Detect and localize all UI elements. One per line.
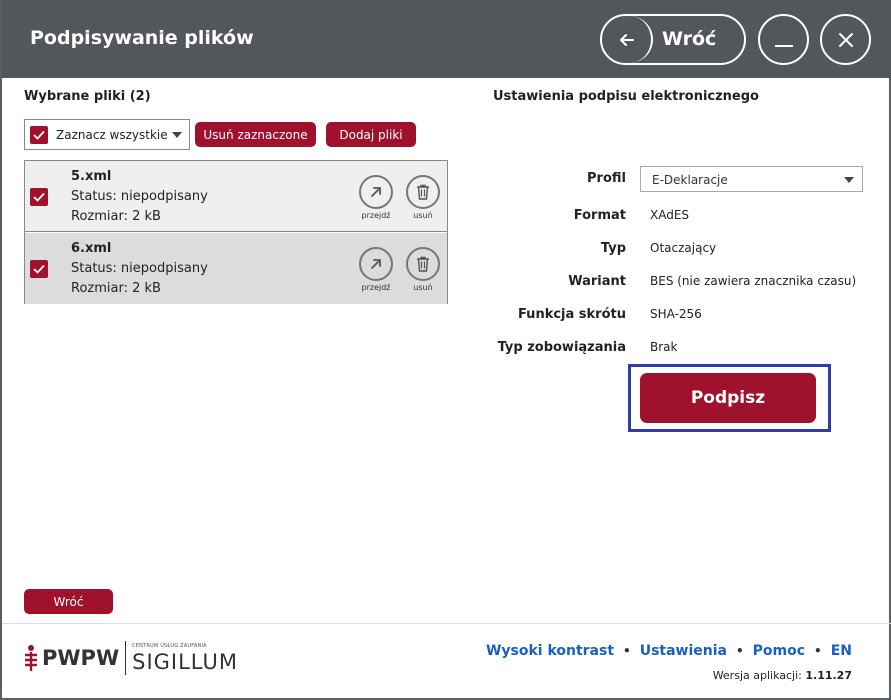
logo-subtitle: CENTRUM USŁUG ZAUFANIA SIGILLUM — [132, 643, 238, 674]
signature-settings-title: Ustawienia podpisu elektronicznego — [493, 89, 759, 104]
file-name: 6.xml — [71, 241, 112, 256]
commitment-type-label: Typ zobowiązania — [497, 340, 626, 355]
logo-divider — [125, 641, 127, 675]
version-label: Wersja aplikacji: — [712, 669, 802, 682]
variant-value: BES (nie zawiera znacznika czasu) — [650, 274, 857, 288]
file-status: Status: niepodpisany — [71, 261, 208, 276]
logo-sigillum-text: SIGILLUM — [132, 649, 238, 674]
checkbox-checked-icon[interactable] — [30, 260, 48, 278]
open-file-button[interactable]: przejdź — [359, 175, 393, 220]
open-file-label: przejdź — [361, 211, 391, 220]
select-all-label: Zaznacz wszystkie — [56, 127, 168, 142]
close-button[interactable] — [820, 14, 871, 65]
page-title: Podpisywanie plików — [30, 27, 254, 49]
minimize-button[interactable] — [758, 14, 809, 65]
pwpw-emblem-icon — [25, 645, 37, 671]
app-window: Podpisywanie plików Wróć Wybrane pliki (… — [0, 0, 891, 700]
remove-selected-button[interactable]: Usuń zaznaczone — [195, 122, 316, 147]
back-bottom-button[interactable]: Wróć — [24, 589, 113, 614]
format-value: XAdES — [650, 208, 690, 222]
profile-value: E-Deklaracje — [652, 173, 728, 187]
version-value: 1.11.27 — [805, 669, 852, 682]
add-files-button[interactable]: Dodaj pliki — [326, 122, 416, 147]
high-contrast-link[interactable]: Wysoki kontrast — [486, 643, 614, 659]
commitment-type-value: Brak — [650, 340, 678, 354]
delete-file-button[interactable]: usuń — [406, 175, 440, 220]
chevron-down-icon[interactable] — [172, 132, 182, 138]
selected-files-title: Wybrane pliki (2) — [24, 89, 151, 104]
link-separator: • — [623, 644, 631, 658]
footer-divider — [2, 623, 891, 624]
file-list: 5.xml Status: niepodpisany Rozmiar: 2 kB… — [24, 160, 448, 304]
hash-function-value: SHA-256 — [650, 307, 702, 321]
arrow-left-icon — [602, 16, 653, 63]
file-name: 5.xml — [71, 169, 112, 184]
trash-icon — [406, 175, 440, 209]
logo-pwpw-text: PWPW — [42, 646, 120, 670]
language-link[interactable]: EN — [831, 643, 852, 659]
arrow-up-right-icon — [359, 175, 393, 209]
checkbox-checked-icon[interactable] — [30, 188, 48, 206]
delete-file-label: usuń — [413, 283, 433, 292]
chevron-down-icon — [844, 177, 854, 183]
select-all-dropdown[interactable]: Zaznacz wszystkie — [24, 119, 190, 150]
file-row[interactable]: 5.xml Status: niepodpisany Rozmiar: 2 kB… — [25, 161, 447, 232]
trash-icon — [406, 247, 440, 281]
type-value: Otaczający — [650, 241, 717, 255]
logo-small-text: CENTRUM USŁUG ZAUFANIA — [132, 642, 207, 649]
app-version: Wersja aplikacji: 1.11.27 — [713, 669, 852, 682]
help-link[interactable]: Pomoc — [753, 643, 805, 659]
format-label: Format — [573, 208, 626, 223]
open-file-label: przejdź — [361, 283, 391, 292]
profile-label: Profil — [587, 171, 626, 186]
settings-link[interactable]: Ustawienia — [640, 643, 727, 659]
link-separator: • — [735, 644, 744, 658]
back-button-label: Wróć — [662, 28, 717, 50]
link-separator: • — [814, 644, 822, 658]
file-row[interactable]: 6.xml Status: niepodpisany Rozmiar: 2 kB… — [25, 233, 447, 304]
open-file-button[interactable]: przejdź — [359, 247, 393, 292]
variant-label: Wariant — [568, 274, 626, 289]
file-size: Rozmiar: 2 kB — [71, 209, 161, 224]
header-bar: Podpisywanie plików Wróć — [2, 0, 891, 78]
delete-file-label: usuń — [413, 211, 433, 220]
profile-select[interactable]: E-Deklaracje — [640, 166, 863, 192]
type-label: Typ — [600, 241, 626, 256]
back-button[interactable]: Wróć — [600, 14, 746, 65]
file-size: Rozmiar: 2 kB — [71, 281, 161, 296]
delete-file-button[interactable]: usuń — [406, 247, 440, 292]
file-status: Status: niepodpisany — [71, 189, 208, 204]
checkbox-checked-icon[interactable] — [30, 125, 48, 144]
hash-function-label: Funkcja skrótu — [517, 307, 626, 322]
sign-button[interactable]: Podpisz — [640, 373, 816, 423]
arrow-up-right-icon — [359, 247, 393, 281]
minimize-icon — [774, 44, 793, 47]
pwpw-sigillum-logo: PWPW CENTRUM USŁUG ZAUFANIA SIGILLUM — [24, 640, 238, 676]
close-icon — [838, 32, 853, 47]
footer-links: Wysoki kontrast • Ustawienia • Pomoc • E… — [486, 643, 852, 659]
